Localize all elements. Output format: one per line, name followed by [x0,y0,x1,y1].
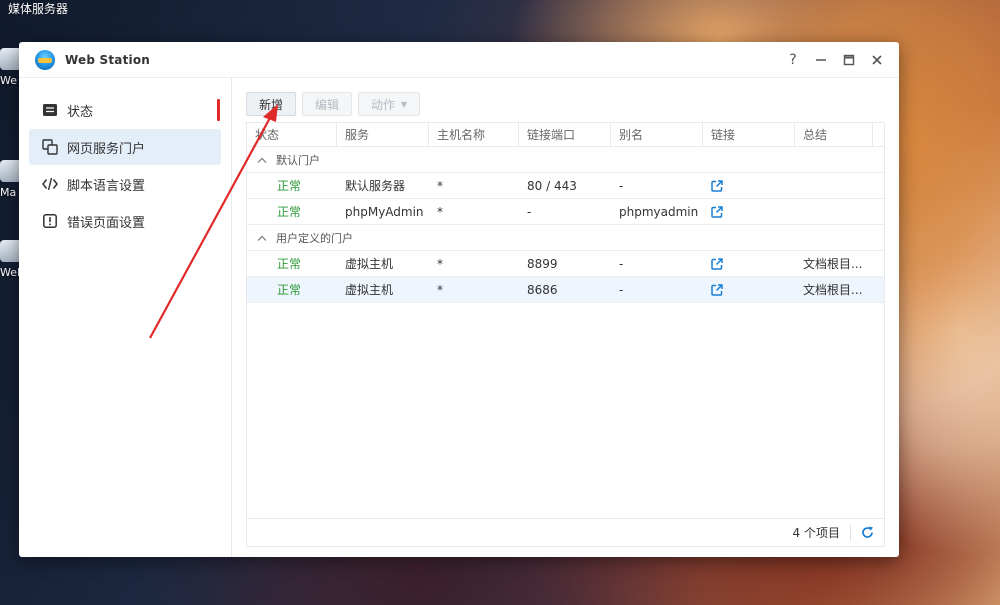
sidebar-item-status[interactable]: 状态 [29,92,221,128]
toolbar: 新增 编辑 动作 ▼ [246,92,885,116]
table-row[interactable]: 正常 虚拟主机 * 8899 - 文档根目... [247,251,884,277]
status-cell: 正常 [277,257,302,271]
alias-cell: phpmyadmin [619,204,699,219]
item-count: 4 个项目 [792,526,840,540]
column-header-alias[interactable]: 别名 [611,123,703,146]
group-header-user-defined-portal[interactable]: 用户定义的门户 [247,225,884,251]
status-list-icon [42,102,58,118]
chevron-up-icon [257,157,267,163]
link-cell [703,251,795,276]
sidebar-item-script-language[interactable]: 脚本语言设置 [29,166,221,202]
sidebar-item-label: 脚本语言设置 [67,178,146,194]
external-link-icon[interactable] [711,257,723,270]
column-header-port[interactable]: 链接端口 [519,123,611,146]
summary-cell: 文档根目... [803,257,863,271]
close-button[interactable] [867,50,887,70]
service-cell: phpMyAdmin [345,204,424,219]
sidebar-item-error-page[interactable]: 错误页面设置 [29,203,221,239]
refresh-icon [862,526,873,538]
service-cell: 虚拟主机 [345,257,394,271]
sidebar-item-label: 错误页面设置 [67,215,146,231]
host-cell: * [437,204,443,219]
link-cell [703,277,795,302]
external-link-icon[interactable] [711,283,723,296]
table-empty-area [247,303,884,518]
column-header-hostname[interactable]: 主机名称 [429,123,519,146]
sidebar-item-label: 网页服务门户 [67,141,146,157]
alias-cell: - [619,178,624,193]
chevron-up-icon [257,235,267,241]
table-row-selected[interactable]: 正常 虚拟主机 * 8686 - 文档根目... [247,277,884,303]
main-content: 新增 编辑 动作 ▼ 状态 服务 主机名称 链接端口 别名 链接 总结 默认门户… [232,78,899,557]
host-cell: * [437,282,443,297]
column-header-service[interactable]: 服务 [337,123,429,146]
link-cell [703,173,795,198]
footer-divider [850,524,851,541]
summary-cell: 文档根目... [803,283,863,297]
window-controls: ? [783,50,887,70]
sidebar-item-label: 状态 [67,104,94,120]
status-cell: 正常 [277,205,302,219]
web-station-logo-icon [35,49,55,70]
port-cell: 80 / 443 [527,178,577,193]
maximize-icon [843,54,855,65]
alias-cell: - [619,256,624,271]
desktop-window-title: 媒体服务器 [8,2,69,16]
status-cell: 正常 [277,179,302,193]
external-link-icon[interactable] [711,205,723,218]
service-cell: 虚拟主机 [345,283,394,297]
window-titlebar[interactable]: Web Station ? [19,42,899,78]
code-icon [42,176,58,192]
sidebar-item-web-portal[interactable]: 网页服务门户 [29,129,221,165]
web-portal-icon [42,139,58,155]
port-cell: - [527,204,532,219]
summary-cell [795,173,873,198]
close-icon [872,54,882,65]
host-cell: * [437,178,443,193]
help-button[interactable]: ? [783,50,803,70]
table-footer: 4 个项目 [247,518,884,546]
column-header-summary[interactable]: 总结 [795,123,873,146]
service-cell: 默认服务器 [345,179,406,193]
create-button[interactable]: 新增 [246,92,297,116]
summary-cell [795,199,873,224]
annotation-marker [217,99,220,121]
column-header-status[interactable]: 状态 [247,123,337,146]
group-label: 用户定义的门户 [276,231,353,245]
action-dropdown-button[interactable]: 动作 ▼ [358,92,421,116]
host-cell: * [437,256,443,271]
group-header-default-portal[interactable]: 默认门户 [247,147,884,173]
table-header: 状态 服务 主机名称 链接端口 别名 链接 总结 [247,122,884,147]
spacer-cell [873,277,884,302]
port-cell: 8686 [527,282,558,297]
sidebar-nav: 状态 网页服务门户 脚本语言设置 错误页面设置 [19,78,232,557]
link-cell [703,199,795,224]
port-cell: 8899 [527,256,558,271]
spacer-cell [873,173,884,198]
window-title: Web Station [65,52,151,67]
table-row[interactable]: 正常 默认服务器 * 80 / 443 - [247,173,884,199]
status-cell: 正常 [277,283,302,297]
web-station-window: Web Station ? 状态 网页服务门户 脚本语言设置 错误页面设置 新增… [19,42,899,557]
group-label: 默认门户 [276,153,320,167]
spacer-cell [873,199,884,224]
portal-table: 状态 服务 主机名称 链接端口 别名 链接 总结 默认门户 正常 默认服务器 *… [246,122,885,547]
error-icon [42,213,58,229]
external-link-icon[interactable] [711,179,723,192]
maximize-button[interactable] [839,50,859,70]
minimize-icon [816,58,826,61]
table-row[interactable]: 正常 phpMyAdmin * - phpmyadmin [247,199,884,225]
refresh-button[interactable] [861,526,874,539]
column-header-spacer [873,123,884,146]
spacer-cell [873,251,884,276]
caret-down-icon: ▼ [401,99,408,109]
alias-cell: - [619,282,624,297]
column-header-link[interactable]: 链接 [703,123,795,146]
edit-button[interactable]: 编辑 [302,92,353,116]
minimize-button[interactable] [811,50,831,70]
action-label: 动作 [371,97,396,112]
